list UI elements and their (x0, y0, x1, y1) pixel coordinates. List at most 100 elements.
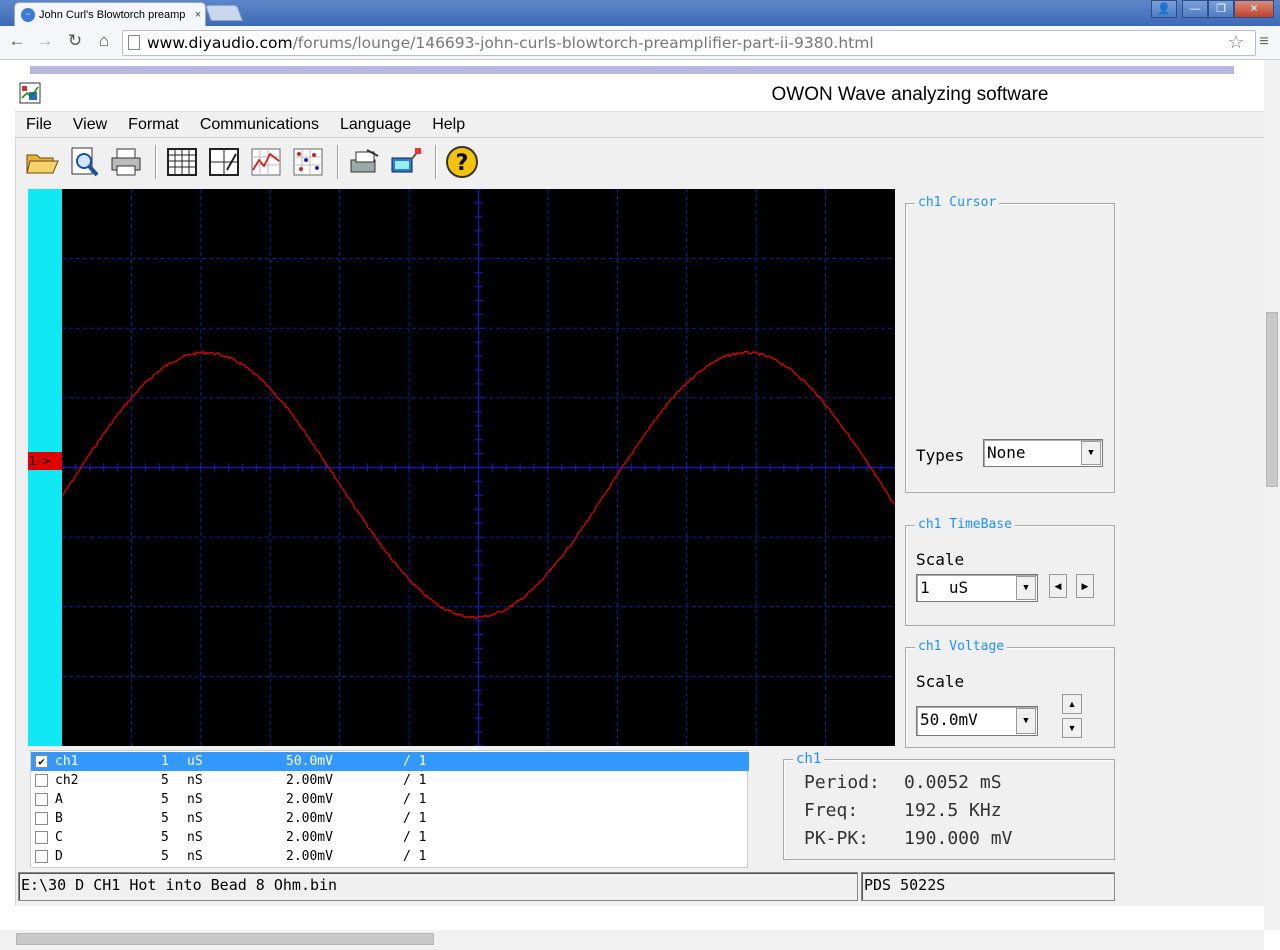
help-icon[interactable]: ? (443, 143, 481, 181)
channel-name: ch2 (55, 773, 79, 788)
voltage-scale-select[interactable]: 50.0mV ▼ (916, 706, 1038, 736)
voltage-panel-label: ch1 Voltage (915, 639, 1008, 654)
channel-time: 1 (161, 754, 169, 769)
menu-view[interactable]: View (62, 112, 117, 138)
channel-row-c[interactable]: C 5 nS 2.00mV / 1 (31, 828, 749, 847)
channel-checkbox[interactable] (35, 812, 48, 825)
toolbar-separator (155, 145, 157, 179)
grid-edit-icon[interactable] (205, 143, 243, 181)
app-toolbar: ? (15, 140, 1264, 184)
channel-name: C (55, 830, 63, 845)
oscilloscope-display (62, 189, 895, 746)
channel-row-ch2[interactable]: ch2 5 nS 2.00mV / 1 (31, 771, 749, 790)
timebase-left-button[interactable]: ◀ (1049, 574, 1067, 598)
menu-communications[interactable]: Communications (189, 112, 329, 138)
menu-format[interactable]: Format (117, 112, 189, 138)
close-window-button[interactable]: ✕ (1234, 0, 1274, 18)
channel-time: 5 (161, 773, 169, 788)
vertical-scrollbar-thumb[interactable] (1266, 312, 1278, 487)
channel-unit: nS (187, 792, 203, 807)
print-preview-icon[interactable] (65, 143, 103, 181)
app-menubar: File View Format Communications Language… (15, 111, 1264, 138)
chevron-down-icon[interactable]: ▼ (1016, 708, 1036, 734)
status-device-model: PDS 5022S (861, 872, 1115, 901)
channel-checkbox[interactable]: ✔ (35, 755, 48, 768)
reload-button[interactable]: ↻ (63, 31, 87, 51)
voltage-down-button[interactable]: ▼ (1062, 718, 1082, 738)
types-label: Types (916, 446, 965, 465)
export-icon[interactable] (345, 143, 383, 181)
channel-checkbox[interactable] (35, 850, 48, 863)
device-connect-icon[interactable] (387, 143, 425, 181)
channel-volt: 2.00mV (286, 849, 333, 864)
browser-menu-button[interactable]: ≡ (1256, 31, 1272, 53)
channel-unit: nS (187, 773, 203, 788)
channel-list: ✔ ch1 1 uS 50.0mV / 1 ch2 5 nS 2.00mV / … (30, 750, 749, 868)
cursor-types-select[interactable]: None ▼ (983, 439, 1103, 467)
vertical-scrollbar[interactable] (1264, 60, 1280, 930)
browser-tab-active[interactable]: ~ John Curl's Blowtorch preamp × (14, 2, 206, 26)
ch1-position-marker[interactable]: 1-> (28, 452, 62, 470)
channel-name: D (55, 849, 63, 864)
pkpk-value: 190.000 mV (904, 828, 1013, 849)
waveform-chart-icon[interactable] (247, 143, 285, 181)
svg-text:?: ? (456, 151, 469, 176)
cursor-panel-label: ch1 Cursor (915, 195, 1000, 210)
menu-help[interactable]: Help (421, 112, 475, 138)
menu-language[interactable]: Language (329, 112, 421, 138)
channel-time: 5 (161, 811, 169, 826)
channel-name: B (55, 811, 63, 826)
channel-probe: / 1 (403, 773, 427, 788)
status-file-path: E:\30 D CH1 Hot into Bead 8 Ohm.bin (18, 872, 858, 901)
maximize-button[interactable]: ❐ (1208, 0, 1234, 18)
open-folder-icon[interactable] (23, 143, 61, 181)
home-button[interactable]: ⌂ (92, 31, 116, 51)
tab-close-icon[interactable]: × (191, 9, 205, 21)
chevron-down-icon[interactable]: ▼ (1016, 576, 1036, 600)
channel-volt: 2.00mV (286, 792, 333, 807)
channel-time: 5 (161, 849, 169, 864)
timebase-scale-label: Scale (916, 550, 965, 569)
tab-title: John Curl's Blowtorch preamp (39, 8, 186, 21)
address-bar[interactable]: www.diyaudio.com/forums/lounge/146693-jo… (122, 30, 1256, 56)
minimize-button[interactable]: — (1182, 0, 1208, 18)
channel-unit: nS (187, 849, 203, 864)
channel-name: A (55, 792, 63, 807)
menu-file[interactable]: File (15, 112, 62, 138)
dot-chart-icon[interactable] (289, 143, 327, 181)
url-path: /forums/lounge/146693-john-curls-blowtor… (292, 34, 874, 52)
channel-volt: 2.00mV (286, 811, 333, 826)
forward-button[interactable]: → (33, 31, 57, 51)
period-label: Period: (804, 772, 880, 793)
channel-row-b[interactable]: B 5 nS 2.00mV / 1 (31, 809, 749, 828)
timebase-scale-select[interactable]: 1 uS ▼ (916, 574, 1038, 602)
channel-checkbox[interactable] (35, 774, 48, 787)
timebase-scale-value: 1 uS (920, 578, 969, 597)
forum-header-bar (30, 66, 1234, 74)
channel-checkbox[interactable] (35, 831, 48, 844)
channel-row-ch1[interactable]: ✔ ch1 1 uS 50.0mV / 1 (31, 752, 749, 771)
period-value: 0.0052 mS (904, 772, 1002, 793)
user-profile-button[interactable]: 👤 (1151, 0, 1177, 18)
timebase-right-button[interactable]: ▶ (1076, 574, 1094, 598)
chevron-down-icon[interactable]: ▼ (1081, 441, 1101, 465)
channel-unit: uS (187, 754, 203, 769)
channel-checkbox[interactable] (35, 793, 48, 806)
horizontal-scrollbar-thumb[interactable] (16, 933, 434, 945)
channel-time: 5 (161, 792, 169, 807)
url-host: www.diyaudio.com (147, 34, 293, 52)
print-icon[interactable] (107, 143, 145, 181)
toolbar-separator (435, 145, 437, 179)
channel-row-d[interactable]: D 5 nS 2.00mV / 1 (31, 847, 749, 866)
voltage-up-button[interactable]: ▲ (1062, 694, 1082, 714)
new-tab-button[interactable] (205, 5, 243, 21)
back-button[interactable]: ← (5, 31, 29, 51)
channel-volt: 50.0mV (286, 754, 333, 769)
channel-volt: 2.00mV (286, 830, 333, 845)
channel-probe: / 1 (403, 830, 427, 845)
channel-row-a[interactable]: A 5 nS 2.00mV / 1 (31, 790, 749, 809)
diyaudio-favicon-icon: ~ (21, 7, 35, 22)
table-icon[interactable] (163, 143, 201, 181)
bookmark-star-icon[interactable]: ☆ (1225, 31, 1247, 53)
voltage-scale-value: 50.0mV (920, 710, 978, 729)
